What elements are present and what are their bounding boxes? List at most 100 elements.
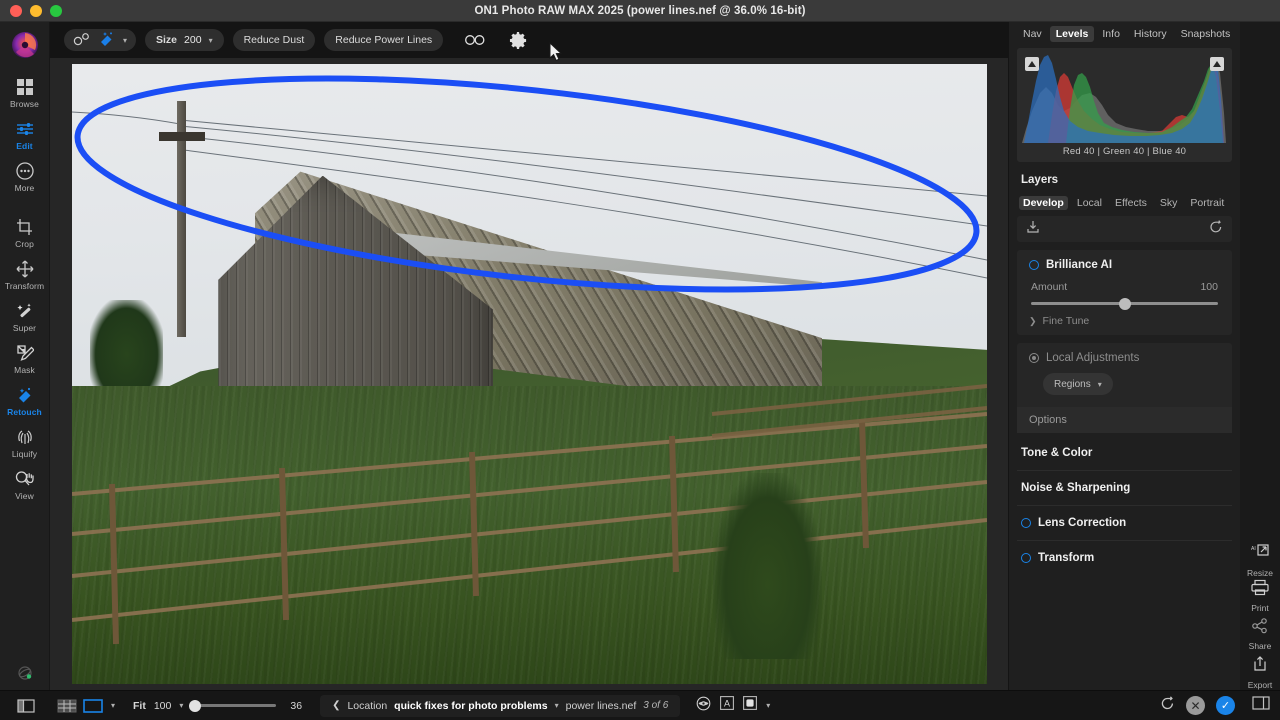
print-button[interactable]: Print [1240, 579, 1280, 613]
photo-preview[interactable] [72, 64, 987, 684]
tab-history[interactable]: History [1128, 26, 1173, 42]
amount-slider-block: Amount 100 [1017, 271, 1232, 310]
image-canvas[interactable] [50, 58, 1008, 690]
chevron-down-icon[interactable]: ▾ [555, 701, 559, 710]
sidebar-item-more[interactable]: More [0, 156, 50, 198]
size-value[interactable]: 200 [184, 34, 202, 46]
left-sidebar: Browse Edit More Crop Transform Super Ma… [0, 22, 50, 720]
tab-effects[interactable]: Effects [1111, 196, 1151, 210]
done-button[interactable]: ✓ [1216, 696, 1235, 715]
breadcrumb-file[interactable]: power lines.nef [566, 700, 637, 712]
sidebar-item-edit[interactable]: Edit [0, 114, 50, 156]
section-noise-and-sharpening[interactable]: Noise & Sharpening [1017, 470, 1232, 505]
gear-icon[interactable] [509, 31, 528, 50]
section-lens-correction[interactable]: Lens Correction [1017, 505, 1232, 540]
transform-label: Transform [1038, 552, 1095, 564]
enable-dot-icon[interactable] [1029, 353, 1039, 363]
regions-dropdown[interactable]: Regions ▾ [1043, 373, 1113, 395]
chevron-down-icon[interactable]: ▾ [123, 36, 127, 45]
enable-ring-icon[interactable] [1021, 553, 1031, 563]
chevron-down-icon[interactable]: ▾ [1098, 380, 1102, 389]
liquify-icon [16, 427, 34, 447]
reset-arrow-icon[interactable] [1209, 219, 1223, 239]
shadow-clip-triangle[interactable] [1025, 57, 1039, 71]
thumb-size-knob[interactable] [189, 699, 202, 712]
reset-arrow-icon[interactable] [1160, 695, 1175, 716]
amount-slider-knob[interactable] [1118, 297, 1131, 310]
tab-sky[interactable]: Sky [1156, 196, 1182, 210]
reduce-dust-button[interactable]: Reduce Dust [232, 29, 316, 51]
options-row[interactable]: Options [1017, 407, 1232, 433]
save-preset-icon[interactable] [1026, 220, 1040, 239]
fit-value[interactable]: 100 [154, 700, 172, 712]
share-button[interactable]: Share [1240, 617, 1280, 651]
tab-portrait[interactable]: Portrait [1186, 196, 1228, 210]
tab-local[interactable]: Local [1073, 196, 1106, 210]
tone-and-color-label: Tone & Color [1021, 446, 1093, 459]
fit-label[interactable]: Fit [133, 700, 146, 712]
enable-ring-icon[interactable] [1021, 518, 1031, 528]
ellipsis-icon [15, 161, 34, 181]
cancel-button[interactable]: ✕ [1186, 696, 1205, 715]
tab-levels[interactable]: Levels [1049, 26, 1095, 42]
amount-value[interactable]: 100 [1200, 281, 1218, 293]
brilliance-ai-header[interactable]: Brilliance AI [1017, 259, 1232, 271]
chevron-left-icon[interactable]: ❮ [332, 700, 340, 711]
bottom-bar: ▾ Fit 100 ▾ 36 ❮ Location quick fixes fo… [0, 690, 1280, 720]
tab-snapshots[interactable]: Snapshots [1175, 26, 1237, 42]
export-up-icon [1250, 655, 1270, 678]
fine-tune-label: Fine Tune [1042, 315, 1090, 327]
brush-tool-group[interactable]: ▾ [64, 29, 137, 51]
tab-nav[interactable]: Nav [1017, 26, 1048, 42]
left-panel-toggle-icon[interactable] [17, 698, 35, 713]
share-nodes-icon [1250, 617, 1270, 639]
letter-a-icon[interactable]: A [720, 696, 735, 715]
grid-view-icon[interactable] [57, 699, 77, 713]
tab-info[interactable]: Info [1096, 26, 1126, 42]
sidebar-item-mask[interactable]: Mask [0, 338, 50, 380]
before-after-icon[interactable] [464, 32, 486, 48]
tab-develop[interactable]: Develop [1019, 196, 1068, 210]
local-adjustments-header[interactable]: Local Adjustments [1017, 352, 1232, 364]
export-button[interactable]: Export [1240, 655, 1280, 690]
thumb-size-slider[interactable] [189, 699, 277, 712]
layers-header[interactable]: Layers [1009, 162, 1240, 196]
sidebar-item-transform[interactable]: Transform [0, 254, 50, 296]
highlight-clip-triangle[interactable] [1210, 57, 1224, 71]
chevron-down-icon[interactable]: ▾ [766, 701, 770, 710]
sidebar-item-browse[interactable]: Browse [0, 72, 50, 114]
section-transform[interactable]: Transform [1017, 540, 1232, 575]
sidebar-label-transform: Transform [4, 281, 45, 291]
brush-size-control[interactable]: Size 200 ▾ [145, 29, 224, 51]
sliders-icon [16, 119, 34, 139]
magic-wand-icon [16, 301, 34, 321]
perfect-eraser-icon[interactable] [73, 32, 92, 49]
enable-ring-icon[interactable] [1029, 260, 1039, 270]
section-tone-and-color[interactable]: Tone & Color [1017, 435, 1232, 470]
photo-grass-texture [72, 386, 987, 684]
eye-icon[interactable] [696, 696, 711, 716]
resize-button[interactable]: AI Resize [1240, 543, 1280, 578]
right-panel-toggle-icon[interactable] [1252, 696, 1270, 715]
sidebar-item-liquify[interactable]: Liquify [0, 422, 50, 464]
single-view-icon[interactable] [83, 698, 103, 713]
chevron-down-icon[interactable]: ▾ [209, 36, 213, 45]
sidebar-label-mask: Mask [14, 365, 35, 375]
sidebar-item-view[interactable]: View [0, 464, 50, 506]
photo-pole-crossarm [158, 132, 205, 141]
chevron-right-icon[interactable]: ❯ [1029, 316, 1037, 327]
histogram-plot [1022, 53, 1227, 143]
retouch-brush-icon[interactable] [99, 31, 116, 49]
regions-label: Regions [1054, 378, 1091, 390]
chevron-down-icon[interactable]: ▾ [179, 701, 183, 710]
breadcrumb-folder[interactable]: quick fixes for photo problems [394, 700, 547, 712]
sidebar-item-retouch[interactable]: Retouch [0, 380, 50, 422]
soft-proof-icon[interactable] [743, 696, 758, 715]
amount-slider-track[interactable] [1031, 297, 1218, 310]
sidebar-item-crop[interactable]: Crop [0, 212, 50, 254]
chevron-down-icon[interactable]: ▾ [111, 701, 115, 710]
cloud-sync-icon[interactable] [0, 662, 50, 684]
sidebar-item-super[interactable]: Super [0, 296, 50, 338]
printer-icon [1250, 579, 1270, 601]
reduce-power-lines-button[interactable]: Reduce Power Lines [324, 29, 444, 51]
